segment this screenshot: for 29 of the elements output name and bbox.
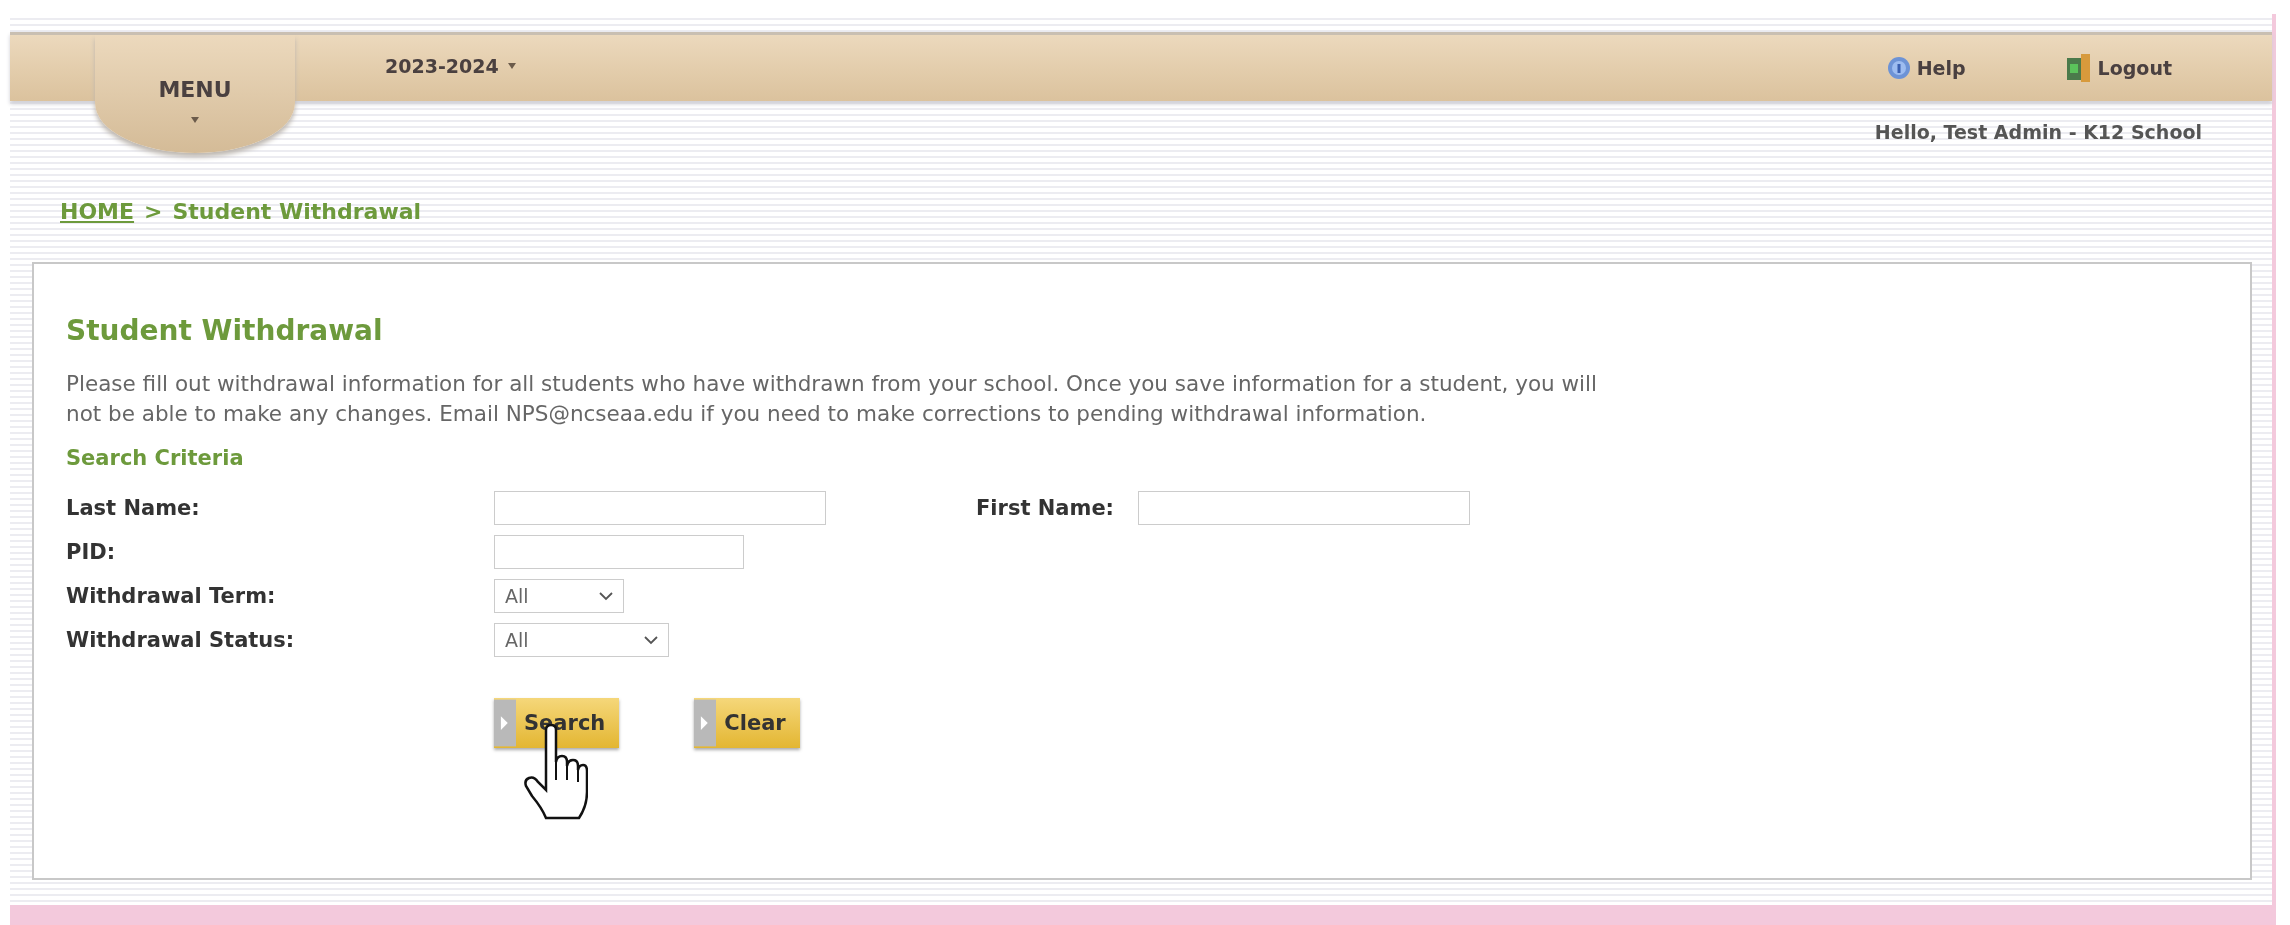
caret-icon — [190, 116, 200, 124]
greeting-text: Hello, Test Admin - K12 School — [1874, 121, 2202, 143]
description-text: Please fill out withdrawal information for all students who have withdrawn from your school. Once you save information for a student, you will not be able to make any changes. Email NPS@ncseaa.edu if you need to make corrections to pending withdrawal information. — [66, 370, 1599, 428]
search-button[interactable]: Search — [494, 698, 620, 748]
select-field[interactable]: All — [494, 579, 624, 613]
text-field[interactable] — [494, 535, 744, 569]
chevron-icon — [599, 591, 613, 601]
text-field[interactable] — [494, 491, 826, 525]
field-label: Withdrawal Term: — [66, 584, 277, 608]
caret-icon — [506, 62, 517, 70]
field-label: Last Name: — [66, 496, 201, 520]
logout-link[interactable]: Logout — [2065, 53, 2172, 83]
help-link[interactable]: Help — [1886, 53, 1966, 83]
field-label: Withdrawal Status: — [66, 628, 296, 652]
field-label: PID: — [66, 540, 117, 564]
page-title: Student Withdrawal — [66, 314, 384, 347]
text-field[interactable] — [1138, 491, 1471, 525]
section-heading: Search Criteria — [66, 446, 245, 470]
year-dropdown[interactable]: 2023-2024 — [385, 55, 517, 77]
breadcrumb-current: Student Withdrawal — [172, 199, 422, 224]
select-field[interactable]: All — [494, 623, 669, 657]
clear-button[interactable]: Clear — [694, 698, 800, 748]
home-link[interactable]: HOME — [60, 199, 135, 224]
chevron-icon — [644, 635, 658, 645]
help-icon — [1886, 56, 1911, 80]
field-label: First Name: — [976, 496, 1115, 520]
door-icon — [2065, 53, 2092, 83]
breadcrumb-separator: > — [144, 199, 163, 224]
menu-tab[interactable]: MENU — [95, 35, 295, 153]
